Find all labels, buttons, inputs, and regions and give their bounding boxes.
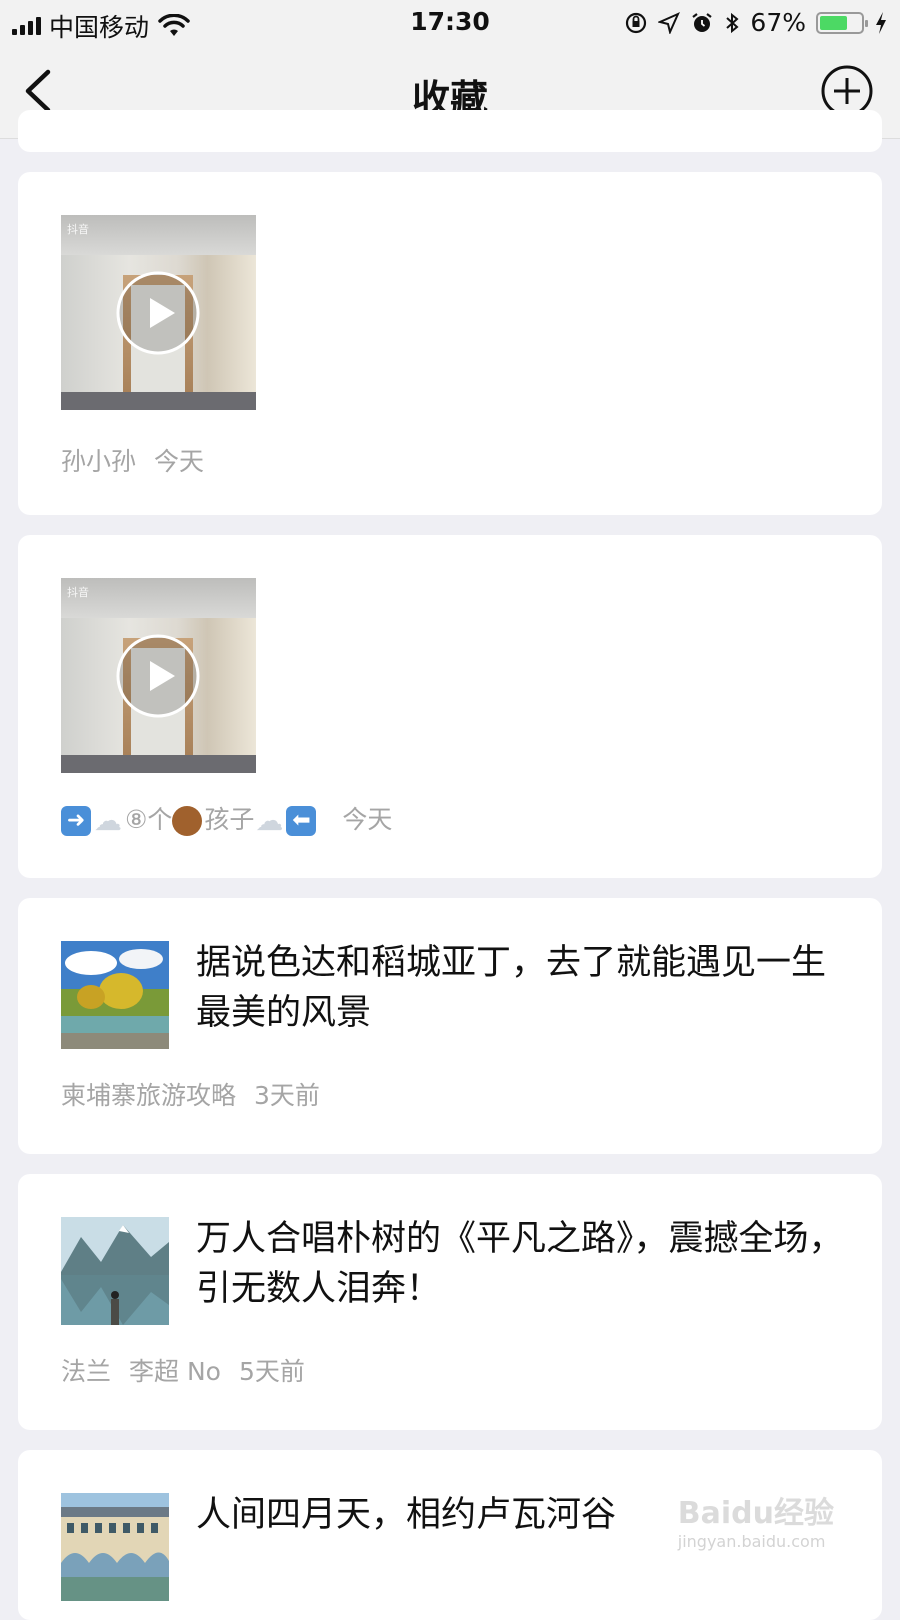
bear-icon bbox=[172, 806, 203, 836]
bluetooth-icon bbox=[726, 12, 739, 33]
location-icon bbox=[658, 11, 681, 34]
alarm-icon bbox=[692, 12, 713, 32]
left-arrow-icon: ⬅ bbox=[286, 806, 317, 836]
right-arrow-icon: ➜ bbox=[61, 806, 91, 836]
thumb-watermark: 抖音 bbox=[67, 223, 89, 236]
card-meta: ➜ ☁ ⑧个 孩子☁ ⬅ 今天 bbox=[61, 800, 410, 836]
saved-time: 今天 bbox=[342, 805, 393, 834]
article-thumbnail bbox=[61, 1493, 169, 1601]
video-thumbnail[interactable]: 抖音 bbox=[61, 578, 256, 773]
card-meta: 柬埔寨旅游攻略 3天前 bbox=[61, 1076, 338, 1112]
partial-favorite-card[interactable] bbox=[18, 110, 882, 152]
baidu-watermark: Baidu经验 jingyan.baidu.com bbox=[678, 1488, 834, 1551]
card-meta: 孙小孙 今天 bbox=[61, 442, 222, 478]
article-thumbnail bbox=[61, 1217, 169, 1325]
article-title: 据说色达和稻城亚丁，去了就能遇见一生最美的风景 bbox=[196, 943, 827, 1033]
favorite-card[interactable]: 抖音 孙小孙 今天 bbox=[18, 172, 882, 515]
battery-level bbox=[820, 15, 847, 30]
author-name-part: 孩子 bbox=[204, 805, 255, 834]
saved-time: 5天前 bbox=[238, 1357, 305, 1386]
watermark-main: Baidu经验 bbox=[677, 1496, 834, 1531]
charging-icon bbox=[876, 11, 886, 34]
battery-percent: 67% bbox=[750, 8, 806, 37]
video-thumbnail[interactable]: 抖音 bbox=[61, 215, 256, 410]
watermark-sub: jingyan.baidu.com bbox=[677, 1532, 826, 1551]
favorite-card[interactable]: 抖音 ➜ ☁ ⑧个 孩子☁ ⬅ 今天 bbox=[18, 535, 882, 878]
article-thumbnail bbox=[61, 941, 169, 1049]
cloud-icon: ☁ bbox=[94, 804, 122, 837]
source-name: 柬埔寨旅游攻略 bbox=[61, 1081, 237, 1110]
author-name: 李超 No bbox=[129, 1357, 221, 1386]
saved-time: 今天 bbox=[154, 447, 205, 476]
play-icon[interactable] bbox=[115, 270, 201, 356]
status-bar: 中国移动 17:30 67% bbox=[0, 0, 900, 44]
orientation-lock-icon bbox=[626, 12, 647, 33]
author-name-part: ⑧个 bbox=[125, 805, 173, 834]
article-title: 万人合唱朴树的《平凡之路》，震撼全场，引无数人泪奔！ bbox=[196, 1219, 844, 1309]
favorite-card[interactable]: 万人合唱朴树的《平凡之路》，震撼全场，引无数人泪奔！ 法兰 李超 No 5天前 bbox=[18, 1174, 882, 1430]
source-name: 法兰 bbox=[61, 1357, 112, 1386]
author-name: 孙小孙 bbox=[61, 447, 137, 476]
favorite-card[interactable]: 据说色达和稻城亚丁，去了就能遇见一生最美的风景 柬埔寨旅游攻略 3天前 bbox=[18, 898, 882, 1154]
saved-time: 3天前 bbox=[254, 1081, 320, 1110]
card-meta: 法兰 李超 No 5天前 bbox=[61, 1352, 323, 1388]
thumb-watermark: 抖音 bbox=[67, 586, 89, 599]
battery-icon bbox=[816, 11, 868, 34]
status-right: 67% bbox=[624, 8, 888, 37]
cloud-icon: ☁ bbox=[255, 804, 284, 837]
play-icon[interactable] bbox=[115, 633, 201, 719]
